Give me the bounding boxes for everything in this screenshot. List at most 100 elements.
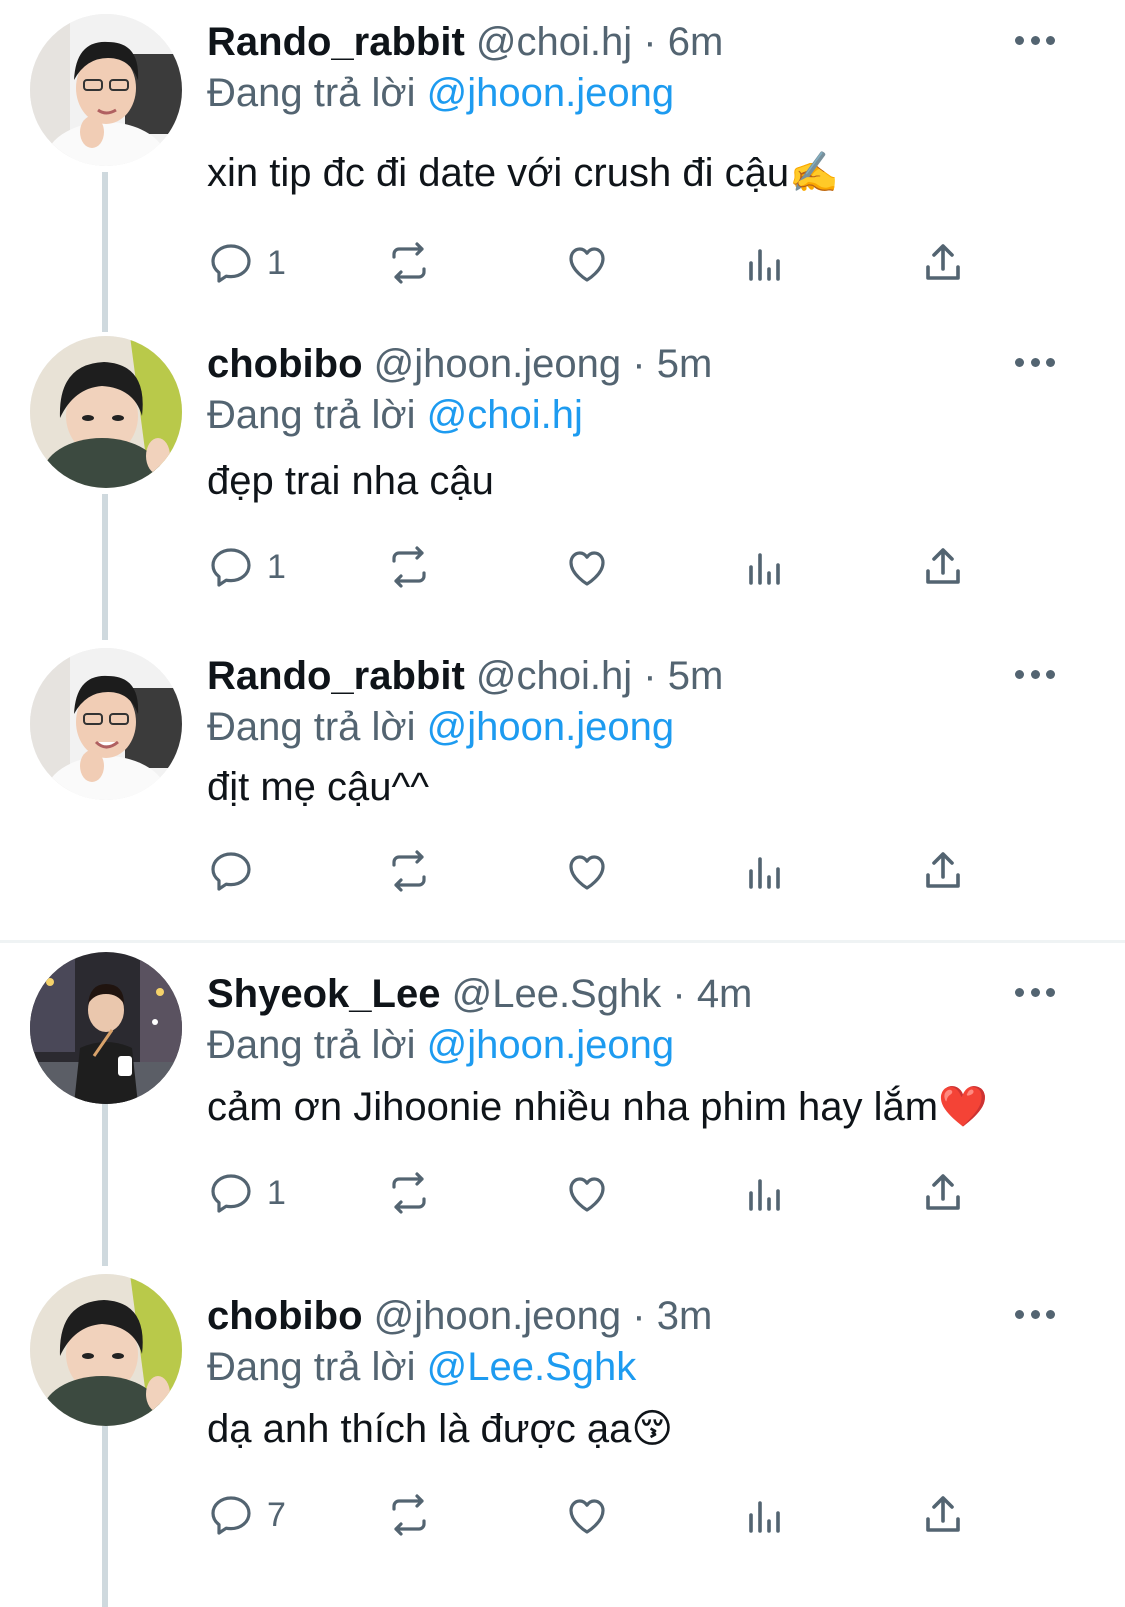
tweet-header: Rando_rabbit @choi.hj · 6m <box>207 18 723 66</box>
more-dots-icon[interactable] <box>1015 1304 1055 1324</box>
more-dots-icon[interactable] <box>1015 664 1055 684</box>
analytics-bars-icon <box>749 1501 780 1533</box>
mention-link[interactable]: @choi.hj <box>427 393 583 437</box>
retweet-button[interactable] <box>385 542 433 592</box>
avatar[interactable] <box>30 952 182 1104</box>
like-button[interactable] <box>563 238 611 288</box>
reply-prefix: Đang trả lời <box>207 71 416 115</box>
heart-icon <box>569 1499 605 1534</box>
timestamp[interactable]: 5m <box>668 654 724 698</box>
reply-prefix: Đang trả lời <box>207 393 416 437</box>
views-button[interactable] <box>741 542 789 592</box>
avatar-chobibo <box>30 336 182 488</box>
retweet-button[interactable] <box>385 846 433 896</box>
user-handle[interactable]: @Lee.Sghk <box>452 972 662 1016</box>
action-bar: 1 <box>207 542 987 592</box>
display-name[interactable]: chobibo <box>207 1294 363 1338</box>
share-button[interactable] <box>919 542 967 592</box>
mention-link[interactable]: @jhoon.jeong <box>427 705 674 749</box>
avatar[interactable] <box>30 648 182 800</box>
avatar-shyeok-lee <box>30 952 182 1104</box>
share-button[interactable] <box>919 1168 967 1218</box>
like-button[interactable] <box>563 846 611 896</box>
retweet-button[interactable] <box>385 1168 433 1218</box>
heart-icon <box>569 855 605 890</box>
heart-icon <box>569 551 605 586</box>
views-button[interactable] <box>741 1168 789 1218</box>
display-name[interactable]: Rando_rabbit <box>207 654 465 698</box>
timestamp[interactable]: 6m <box>668 20 724 64</box>
heart-icon <box>569 1177 605 1212</box>
tweet-header: Shyeok_Lee @Lee.Sghk · 4m <box>207 970 752 1018</box>
separator-dot: · <box>643 20 657 64</box>
reply-count: 1 <box>267 547 286 586</box>
like-button[interactable] <box>563 1168 611 1218</box>
share-button[interactable] <box>919 238 967 288</box>
share-upload-icon <box>926 852 960 888</box>
analytics-bars-icon <box>749 1179 780 1211</box>
tweet[interactable]: Rando_rabbit @choi.hj · 6m Đang trả lời … <box>0 0 1125 320</box>
views-button[interactable] <box>741 238 789 288</box>
share-upload-icon <box>926 548 960 584</box>
reply-prefix: Đang trả lời <box>207 1345 416 1389</box>
heart-icon <box>569 247 605 282</box>
reply-bubble-icon <box>211 1496 251 1535</box>
reply-button[interactable]: 1 <box>207 238 286 288</box>
separator-dot: · <box>632 342 646 386</box>
reply-button[interactable] <box>207 846 267 896</box>
retweet-icon <box>392 1494 426 1536</box>
more-dots-icon[interactable] <box>1015 352 1055 372</box>
mention-link[interactable]: @Lee.Sghk <box>427 1345 637 1389</box>
replying-to: Đang trả lời @jhoon.jeong <box>207 69 674 117</box>
timestamp[interactable]: 3m <box>657 1294 713 1338</box>
tweet-text: cảm ơn Jihoonie nhiều nha phim hay lắm❤️ <box>207 1085 988 1129</box>
share-button[interactable] <box>919 846 967 896</box>
avatar[interactable] <box>30 1274 182 1426</box>
tweet[interactable]: Shyeok_Lee @Lee.Sghk · 4m Đang trả lời @… <box>0 952 1125 1262</box>
tweet[interactable]: chobibo @jhoon.jeong · 3m Đang trả lời @… <box>0 1274 1125 1607</box>
action-bar <box>207 846 987 896</box>
reply-button[interactable]: 1 <box>207 542 286 592</box>
tweet-header: chobibo @jhoon.jeong · 5m <box>207 340 712 388</box>
display-name[interactable]: Shyeok_Lee <box>207 972 440 1016</box>
replying-to: Đang trả lời @jhoon.jeong <box>207 703 674 751</box>
reply-prefix: Đang trả lời <box>207 705 416 749</box>
views-button[interactable] <box>741 1490 789 1540</box>
analytics-bars-icon <box>749 857 780 889</box>
retweet-button[interactable] <box>385 238 433 288</box>
replying-to: Đang trả lời @jhoon.jeong <box>207 1021 674 1069</box>
share-button[interactable] <box>919 1490 967 1540</box>
views-button[interactable] <box>741 846 789 896</box>
user-handle[interactable]: @choi.hj <box>476 654 632 698</box>
replying-to: Đang trả lời @Lee.Sghk <box>207 1343 636 1391</box>
separator-dot: · <box>672 972 686 1016</box>
mention-link[interactable]: @jhoon.jeong <box>427 71 674 115</box>
avatar[interactable] <box>30 14 182 166</box>
like-button[interactable] <box>563 542 611 592</box>
avatar[interactable] <box>30 336 182 488</box>
more-dots-icon[interactable] <box>1015 30 1055 50</box>
retweet-icon <box>392 242 426 284</box>
retweet-icon <box>392 546 426 588</box>
tweet[interactable]: Rando_rabbit @choi.hj · 5m Đang trả lời … <box>0 634 1125 938</box>
mention-link[interactable]: @jhoon.jeong <box>427 1023 674 1067</box>
retweet-button[interactable] <box>385 1490 433 1540</box>
tweet-text: dạ anh thích là được ạa😚 <box>207 1407 674 1451</box>
reply-button[interactable]: 1 <box>207 1168 286 1218</box>
user-handle[interactable]: @choi.hj <box>476 20 632 64</box>
user-handle[interactable]: @jhoon.jeong <box>374 1294 621 1338</box>
tweet[interactable]: chobibo @jhoon.jeong · 5m Đang trả lời @… <box>0 322 1125 632</box>
tweet-text: địt mẹ cậu^^ <box>207 765 430 809</box>
like-button[interactable] <box>563 1490 611 1540</box>
timestamp[interactable]: 5m <box>657 342 713 386</box>
reply-button[interactable]: 7 <box>207 1490 286 1540</box>
display-name[interactable]: chobibo <box>207 342 363 386</box>
avatar-rando-rabbit <box>30 14 182 166</box>
user-handle[interactable]: @jhoon.jeong <box>374 342 621 386</box>
timestamp[interactable]: 4m <box>697 972 753 1016</box>
display-name[interactable]: Rando_rabbit <box>207 20 465 64</box>
tweet-header: chobibo @jhoon.jeong · 3m <box>207 1292 712 1340</box>
reply-count: 1 <box>267 1173 286 1212</box>
more-dots-icon[interactable] <box>1015 982 1055 1002</box>
reply-bubble-icon <box>211 1174 251 1213</box>
